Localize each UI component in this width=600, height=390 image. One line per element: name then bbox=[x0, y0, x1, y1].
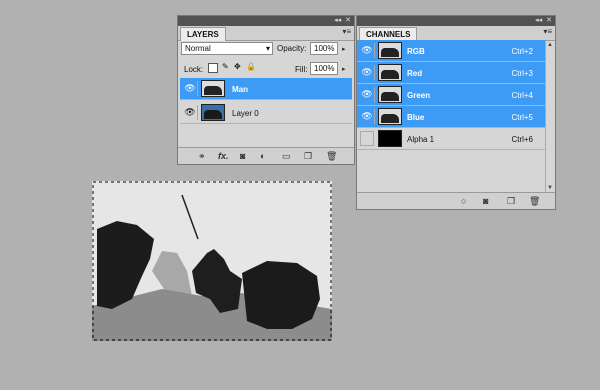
channel-thumbnail bbox=[378, 130, 402, 147]
document-canvas[interactable] bbox=[92, 181, 332, 341]
fill-arrow-icon[interactable]: ▸ bbox=[342, 65, 346, 73]
channel-name: Red bbox=[407, 69, 423, 78]
layer-thumbnail bbox=[201, 104, 225, 121]
add-mask-icon[interactable]: ◙ bbox=[240, 151, 245, 161]
dropdown-arrow-icon: ▾ bbox=[265, 44, 270, 53]
lock-all-icon[interactable]: 🔒 bbox=[246, 62, 256, 71]
visibility-eye-icon[interactable]: 👁 bbox=[360, 109, 375, 124]
layers-panel: ◂◂ ✕ LAYERS ▾≡ Normal ▾ Opacity: 100% ▸ L… bbox=[177, 15, 355, 165]
new-channel-icon[interactable]: ❐ bbox=[507, 196, 515, 207]
lock-label: Lock: bbox=[184, 65, 204, 74]
scroll-up-icon[interactable]: ▲ bbox=[547, 42, 553, 48]
visibility-eye-icon[interactable]: 👁 bbox=[360, 43, 375, 58]
channel-row-alpha-1[interactable]: Alpha 1 Ctrl+6 bbox=[357, 128, 545, 150]
scroll-down-icon[interactable]: ▼ bbox=[547, 185, 553, 191]
visibility-eye-icon[interactable]: 👁 bbox=[183, 105, 198, 120]
channel-row-rgb[interactable]: 👁 RGB Ctrl+2 bbox=[357, 40, 545, 62]
channels-scrollbar[interactable]: ▲ ▼ bbox=[545, 41, 555, 192]
close-icon[interactable]: ✕ bbox=[546, 17, 552, 24]
channel-name: Green bbox=[407, 91, 431, 100]
channel-shortcut: Ctrl+2 bbox=[511, 47, 533, 56]
fill-label: Fill: bbox=[295, 65, 308, 74]
lock-brush-icon[interactable]: ✎ bbox=[222, 62, 229, 71]
visibility-toggle-empty[interactable] bbox=[360, 131, 374, 146]
right-horse-silhouette bbox=[242, 261, 320, 329]
blend-mode-value: Normal bbox=[185, 44, 211, 53]
visibility-eye-icon[interactable]: 👁 bbox=[183, 81, 198, 96]
channels-bottom-toolbar: ○ ◙ ❐ 🗑 bbox=[357, 192, 555, 209]
channel-name: Alpha 1 bbox=[407, 135, 435, 144]
layers-bottom-toolbar: ⚭ fx. ◙ ◐ ▭ ❐ 🗑 bbox=[178, 147, 354, 164]
visibility-eye-icon[interactable]: 👁 bbox=[360, 65, 375, 80]
channel-name: RGB bbox=[407, 47, 425, 56]
lock-transparent-icon[interactable] bbox=[208, 63, 218, 73]
layers-panel-titlebar[interactable]: ◂◂ ✕ bbox=[178, 16, 354, 26]
channel-shortcut: Ctrl+5 bbox=[511, 113, 533, 122]
channel-shortcut: Ctrl+3 bbox=[511, 69, 533, 78]
adjustment-layer-icon[interactable]: ◐ bbox=[260, 151, 265, 161]
collapse-icon[interactable]: ◂◂ bbox=[334, 17, 341, 24]
channel-shortcut: Ctrl+4 bbox=[511, 91, 533, 100]
panel-menu-icon[interactable]: ▾≡ bbox=[342, 27, 351, 36]
opacity-label: Opacity: bbox=[277, 44, 307, 53]
new-group-icon[interactable]: ▭ bbox=[282, 151, 291, 162]
lock-move-icon[interactable]: ✥ bbox=[234, 62, 241, 71]
delete-channel-icon[interactable]: 🗑 bbox=[529, 196, 540, 207]
fx-icon[interactable]: fx. bbox=[218, 151, 229, 161]
channels-tab-row: CHANNELS ▾≡ bbox=[357, 26, 555, 41]
new-layer-icon[interactable]: ❐ bbox=[304, 151, 312, 162]
channel-thumbnail bbox=[378, 42, 402, 59]
panel-menu-icon[interactable]: ▾≡ bbox=[543, 27, 552, 36]
delete-layer-icon[interactable]: 🗑 bbox=[326, 151, 337, 162]
opacity-input[interactable]: 100% bbox=[310, 42, 338, 55]
tab-layers[interactable]: LAYERS bbox=[180, 27, 226, 41]
layers-tab-row: LAYERS ▾≡ bbox=[178, 26, 354, 41]
channels-panel: ◂◂ ✕ CHANNELS ▾≡ 👁 RGB Ctrl+2 👁 Red Ctrl+… bbox=[356, 15, 556, 210]
layer-row-layer-0[interactable]: 👁 Layer 0 bbox=[180, 102, 352, 124]
layer-row-man[interactable]: 👁 Man bbox=[180, 78, 352, 100]
layer-name: Layer 0 bbox=[232, 109, 259, 118]
blend-mode-select[interactable]: Normal ▾ bbox=[181, 42, 273, 55]
channels-panel-titlebar[interactable]: ◂◂ ✕ bbox=[357, 16, 555, 26]
layer-thumbnail bbox=[201, 80, 225, 97]
opacity-arrow-icon[interactable]: ▸ bbox=[342, 45, 346, 53]
channel-row-green[interactable]: 👁 Green Ctrl+4 bbox=[357, 84, 545, 106]
channel-row-blue[interactable]: 👁 Blue Ctrl+5 bbox=[357, 106, 545, 128]
channel-thumbnail bbox=[378, 64, 402, 81]
channel-shortcut: Ctrl+6 bbox=[511, 135, 533, 144]
layer-name: Man bbox=[232, 85, 248, 94]
tab-channels[interactable]: CHANNELS bbox=[359, 27, 418, 41]
channel-row-red[interactable]: 👁 Red Ctrl+3 bbox=[357, 62, 545, 84]
fill-input[interactable]: 100% bbox=[310, 62, 338, 75]
channel-thumbnail bbox=[378, 108, 402, 125]
visibility-eye-icon[interactable]: 👁 bbox=[360, 87, 375, 102]
channel-thumbnail bbox=[378, 86, 402, 103]
load-selection-icon[interactable]: ○ bbox=[461, 196, 466, 206]
link-layers-icon[interactable]: ⚭ bbox=[198, 151, 206, 162]
save-selection-icon[interactable]: ◙ bbox=[483, 196, 488, 206]
close-icon[interactable]: ✕ bbox=[345, 17, 351, 24]
channel-name: Blue bbox=[407, 113, 425, 122]
collapse-icon[interactable]: ◂◂ bbox=[535, 17, 542, 24]
